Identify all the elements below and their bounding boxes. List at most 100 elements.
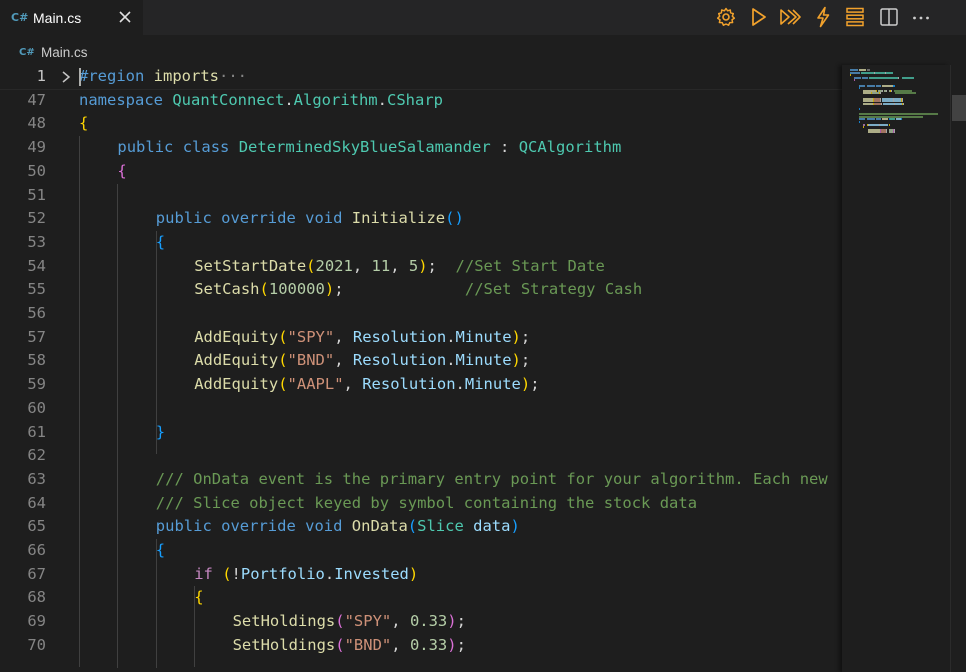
code-line[interactable]: 49 public class DeterminedSkyBlueSalamand… xyxy=(0,136,842,160)
split-editor-icon[interactable] xyxy=(876,4,902,30)
code-line[interactable]: 54 SetStartDate(2021, 11, 5); //Set Start… xyxy=(0,255,842,279)
code-line[interactable]: 59 AddEquity("AAPL", Resolution.Minute); xyxy=(0,373,842,397)
minimap-mark xyxy=(898,76,900,79)
minimap[interactable] xyxy=(842,65,950,672)
code-text: { xyxy=(194,586,203,610)
code-token: ) xyxy=(520,375,531,394)
code-token: SetStartDate xyxy=(194,256,307,275)
code-line[interactable]: 50 { xyxy=(0,160,842,184)
code-editor[interactable]: 1 #region imports··· 47 namespace QuantConn… xyxy=(0,65,842,672)
minimap-mark xyxy=(881,84,893,87)
settings-gear-icon[interactable] xyxy=(713,4,739,30)
breadcrumb[interactable]: C# Main.cs xyxy=(0,41,840,63)
minimap-mark xyxy=(886,71,893,74)
code-token: public xyxy=(117,138,183,157)
tab-label: Main.cs xyxy=(33,9,82,26)
code-text: /// Slice object keyed by symbol contain… xyxy=(156,492,697,516)
tab-main-cs[interactable]: C# Main.cs xyxy=(0,0,143,35)
run-icon[interactable] xyxy=(745,4,771,30)
line-number: 61 xyxy=(27,422,46,441)
vertical-scrollbar[interactable] xyxy=(950,65,966,672)
code-token: { xyxy=(155,541,166,559)
code-text: if (!Portfolio.Invested) xyxy=(194,563,418,587)
more-actions-icon[interactable] xyxy=(908,4,934,30)
code-token: ( xyxy=(306,256,316,275)
code-line[interactable]: 56 xyxy=(0,302,842,326)
code-token: //Set Strategy Cash xyxy=(464,280,643,299)
code-token: /// Slice object keyed by symbol contain… xyxy=(155,493,698,512)
code-line[interactable]: 67 if (!Portfolio.Invested) xyxy=(0,563,842,587)
code-token: Minute xyxy=(455,351,512,370)
code-token: SetHoldings xyxy=(232,635,336,654)
code-token: override xyxy=(221,209,306,228)
code-line[interactable]: 65 public override void OnData(Slice data… xyxy=(0,515,842,539)
line-number: 58 xyxy=(27,351,46,370)
lightning-icon[interactable] xyxy=(810,4,836,30)
code-line[interactable]: 47 namespace QuantConnect.Algorithm.CShar… xyxy=(0,89,842,113)
code-text: { xyxy=(117,160,126,184)
code-token: ! xyxy=(231,564,241,583)
code-token: ) xyxy=(511,351,521,370)
fold-chevron-right-icon[interactable] xyxy=(60,70,72,84)
minimap-mark xyxy=(886,131,888,134)
minimap-mark xyxy=(895,102,902,105)
code-token: if xyxy=(194,564,223,583)
code-line[interactable]: 70 SetHoldings("BND", 0.33); xyxy=(0,634,842,658)
code-line[interactable]: 63 /// OnData event is the primary entry … xyxy=(0,468,842,492)
code-token: ; xyxy=(520,327,531,346)
code-line[interactable]: 53 { xyxy=(0,231,842,255)
code-token: Portfolio xyxy=(240,564,325,583)
code-token: , xyxy=(390,256,409,275)
code-line[interactable]: 58 AddEquity("BND", Resolution.Minute); xyxy=(0,349,842,373)
minimap-mark xyxy=(879,123,889,126)
code-line[interactable]: 1 #region imports··· xyxy=(0,65,842,90)
code-token: override xyxy=(221,517,306,536)
code-line[interactable]: 69 SetHoldings("SPY", 0.33); xyxy=(0,610,842,634)
code-line[interactable]: 62 xyxy=(0,444,842,468)
code-text: { xyxy=(156,539,165,563)
line-number: 66 xyxy=(27,541,46,559)
code-line[interactable]: 51 xyxy=(0,184,842,208)
code-token: ··· xyxy=(218,67,247,85)
minimap-mark xyxy=(901,76,914,79)
code-token: data xyxy=(473,517,511,536)
code-token: "SPY" xyxy=(344,612,392,631)
code-text: { xyxy=(156,231,165,255)
code-token: { xyxy=(117,161,127,180)
code-token: . xyxy=(446,351,456,370)
code-token: ; xyxy=(520,351,531,370)
line-number: 47 xyxy=(27,90,46,109)
code-line[interactable]: 68 { xyxy=(0,586,842,610)
code-line[interactable]: 64 /// Slice object keyed by symbol conta… xyxy=(0,492,842,516)
code-line[interactable]: 57 AddEquity("SPY", Resolution.Minute); xyxy=(0,326,842,350)
code-token: Resolution xyxy=(352,327,447,346)
code-line[interactable]: 66 { xyxy=(0,539,842,563)
code-token: ) xyxy=(511,327,521,346)
code-line[interactable]: 52 public override void Initialize() xyxy=(0,207,842,231)
code-line[interactable]: 55 SetCash(100000); //Set Strategy Cash xyxy=(0,278,842,302)
minimap-mark xyxy=(858,87,860,90)
code-text: } xyxy=(156,421,165,445)
code-token: ) xyxy=(447,635,457,654)
minimap-mark xyxy=(889,118,896,121)
code-text: SetHoldings("SPY", 0.33); xyxy=(233,610,466,634)
code-text: AddEquity("AAPL", Resolution.Minute); xyxy=(194,373,539,397)
line-number: 51 xyxy=(27,185,46,204)
scrollbar-thumb[interactable] xyxy=(952,95,966,121)
breadcrumb-file[interactable]: Main.cs xyxy=(41,45,88,60)
code-text: { xyxy=(79,112,88,136)
minimap-mark xyxy=(866,84,876,87)
stack-icon[interactable] xyxy=(842,4,868,30)
code-token: . xyxy=(455,375,465,394)
code-token: ; xyxy=(456,612,466,631)
code-token: , xyxy=(334,351,353,370)
code-text: SetCash(100000); //Set Strategy Cash xyxy=(194,278,642,302)
close-icon[interactable] xyxy=(116,8,134,26)
code-line[interactable]: 60 xyxy=(0,397,842,421)
run-all-icon[interactable] xyxy=(777,4,803,30)
code-token: //Set Start Date xyxy=(455,256,605,275)
code-text: SetStartDate(2021, 11, 5); //Set Start D… xyxy=(194,255,605,279)
code-line[interactable]: 61} xyxy=(0,421,842,445)
code-line[interactable]: 48 { xyxy=(0,112,842,136)
code-token: ) xyxy=(408,564,419,583)
